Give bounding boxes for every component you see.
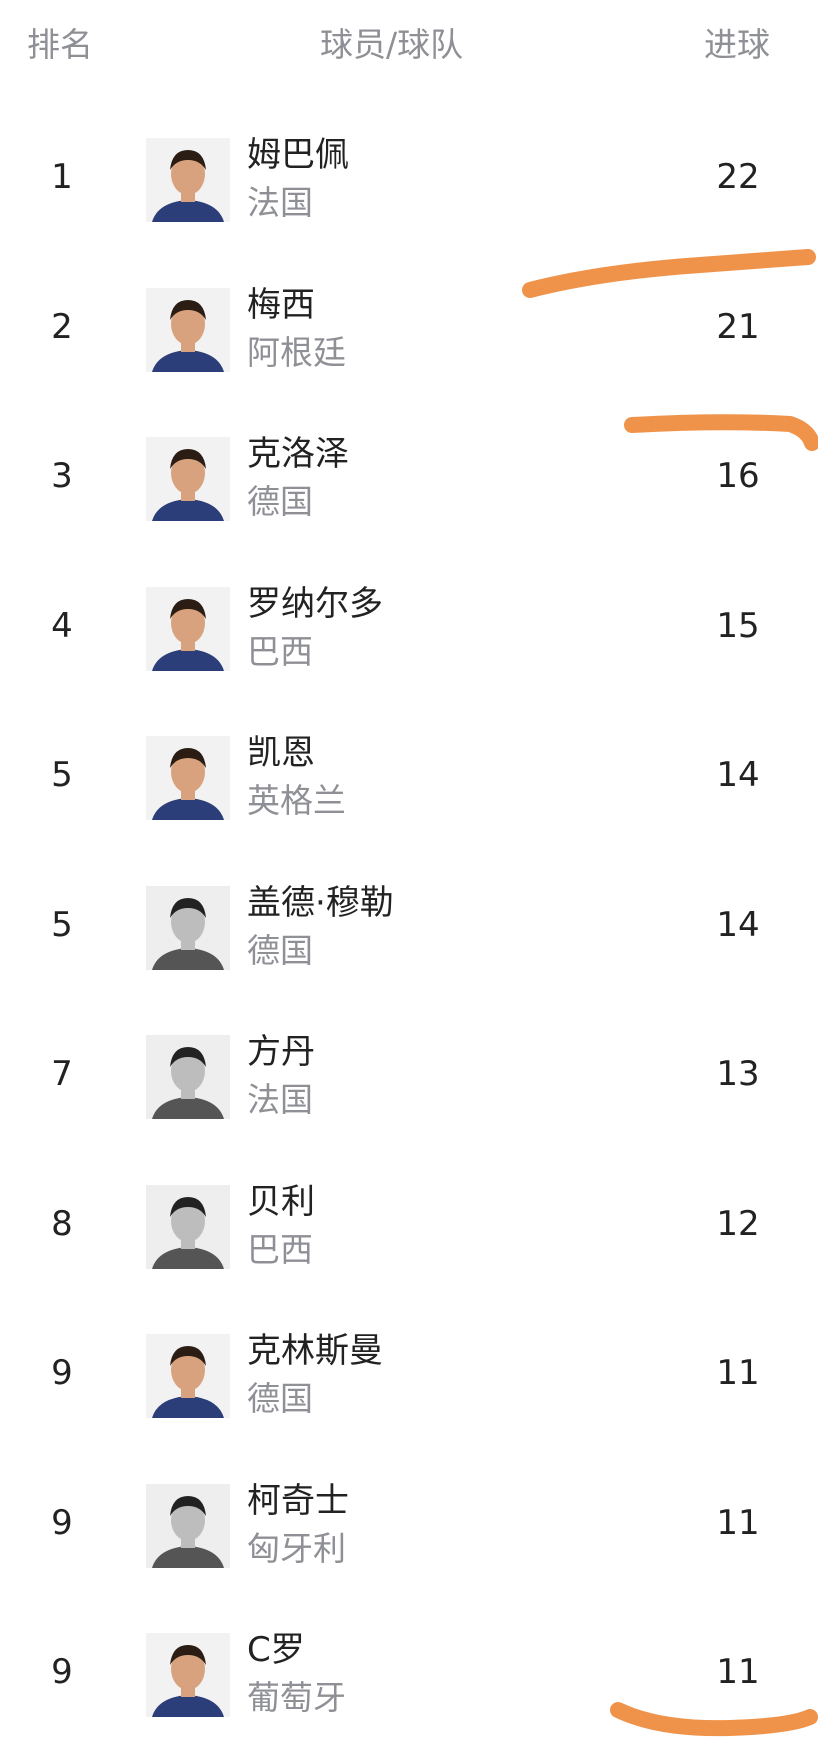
- player-avatar: [146, 1633, 230, 1717]
- rank-number: 2: [51, 306, 73, 347]
- portrait-photo: [146, 437, 230, 521]
- player-avatar: [146, 1035, 230, 1119]
- rank-number: 9: [51, 1502, 73, 1543]
- goal-count: 11: [716, 1652, 760, 1692]
- rank-number: 9: [51, 1652, 73, 1692]
- player-row[interactable]: 3 克洛泽 德国 16: [0, 409, 818, 559]
- player-row[interactable]: 9 C罗 葡萄牙 11: [0, 1605, 818, 1755]
- player-name: 盖德·穆勒: [247, 882, 394, 923]
- player-row[interactable]: 9 柯奇士 匈牙利 11: [0, 1456, 818, 1606]
- player-row[interactable]: 7 方丹 法国 13: [0, 1007, 818, 1157]
- player-row[interactable]: 2 梅西 阿根廷 21: [0, 260, 818, 410]
- rank-column-header: 排名: [27, 25, 93, 64]
- goal-count: 22: [716, 157, 760, 197]
- player-avatar: [146, 437, 230, 521]
- goal-count: 15: [716, 605, 760, 646]
- player-avatar: [146, 885, 230, 970]
- portrait-photo: [146, 138, 230, 222]
- table-header: 排名 球员/球队 进球: [0, 0, 818, 92]
- team-name: 巴西: [247, 631, 313, 671]
- goal-count: 14: [716, 755, 760, 795]
- team-name: 英格兰: [247, 781, 346, 820]
- player-row[interactable]: 5 盖德·穆勒 德国 14: [0, 858, 818, 1008]
- player-name: 贝利: [247, 1181, 315, 1222]
- goals-column-header: 进球: [704, 25, 770, 64]
- team-name: 阿根廷: [247, 332, 346, 372]
- portrait-photo: [146, 1483, 230, 1568]
- player-row[interactable]: 9 克林斯曼 德国 11: [0, 1306, 818, 1456]
- rank-number: 3: [51, 456, 73, 496]
- player-name: 克林斯曼: [247, 1331, 383, 1371]
- rank-number: 7: [51, 1054, 73, 1094]
- goal-count: 14: [716, 904, 760, 945]
- player-name: 梅西: [247, 284, 315, 325]
- team-name: 法国: [247, 1080, 313, 1119]
- goal-count: 12: [716, 1203, 760, 1244]
- team-name: 德国: [247, 1379, 313, 1418]
- scorers-list: 1 姆巴佩 法国 22 2 梅西 阿根廷 21 3 克洛泽 德国 16 4 罗纳…: [0, 110, 818, 1755]
- team-name: 匈牙利: [247, 1528, 346, 1568]
- goal-count: 11: [716, 1353, 760, 1393]
- player-team-column-header: 球员/球队: [320, 25, 464, 64]
- team-name: 德国: [247, 482, 313, 521]
- player-name: 姆巴佩: [247, 135, 349, 175]
- player-row[interactable]: 5 凯恩 英格兰 14: [0, 708, 818, 858]
- goal-count: 11: [716, 1502, 760, 1543]
- rank-number: 5: [51, 755, 73, 795]
- rank-number: 4: [51, 605, 73, 646]
- player-avatar: [146, 736, 230, 820]
- portrait-photo: [146, 1633, 230, 1717]
- team-name: 巴西: [247, 1229, 313, 1269]
- portrait-photo: [146, 736, 230, 820]
- team-name: 德国: [247, 930, 313, 970]
- goal-count: 13: [716, 1054, 760, 1094]
- player-name: 凯恩: [247, 733, 315, 773]
- player-row[interactable]: 1 姆巴佩 法国 22: [0, 110, 818, 260]
- player-name: 柯奇士: [247, 1480, 349, 1521]
- rank-number: 5: [51, 904, 73, 945]
- player-name: 罗纳尔多: [247, 583, 383, 624]
- portrait-photo: [146, 287, 230, 372]
- portrait-photo: [146, 885, 230, 970]
- goal-count: 21: [716, 306, 760, 347]
- portrait-photo: [146, 586, 230, 671]
- team-name: 葡萄牙: [247, 1678, 346, 1717]
- player-name: C罗: [247, 1630, 305, 1670]
- player-avatar: [146, 1184, 230, 1269]
- portrait-photo: [146, 1035, 230, 1119]
- player-row[interactable]: 4 罗纳尔多 巴西 15: [0, 559, 818, 709]
- portrait-photo: [146, 1334, 230, 1418]
- player-name: 方丹: [247, 1032, 315, 1072]
- player-avatar: [146, 586, 230, 671]
- portrait-photo: [146, 1184, 230, 1269]
- player-avatar: [146, 1334, 230, 1418]
- rank-number: 8: [51, 1203, 73, 1244]
- team-name: 法国: [247, 183, 313, 222]
- player-row[interactable]: 8 贝利 巴西 12: [0, 1157, 818, 1307]
- player-avatar: [146, 138, 230, 222]
- player-avatar: [146, 1483, 230, 1568]
- player-name: 克洛泽: [247, 434, 349, 474]
- goal-count: 16: [716, 456, 760, 496]
- rank-number: 9: [51, 1353, 73, 1393]
- rank-number: 1: [51, 157, 73, 197]
- player-avatar: [146, 287, 230, 372]
